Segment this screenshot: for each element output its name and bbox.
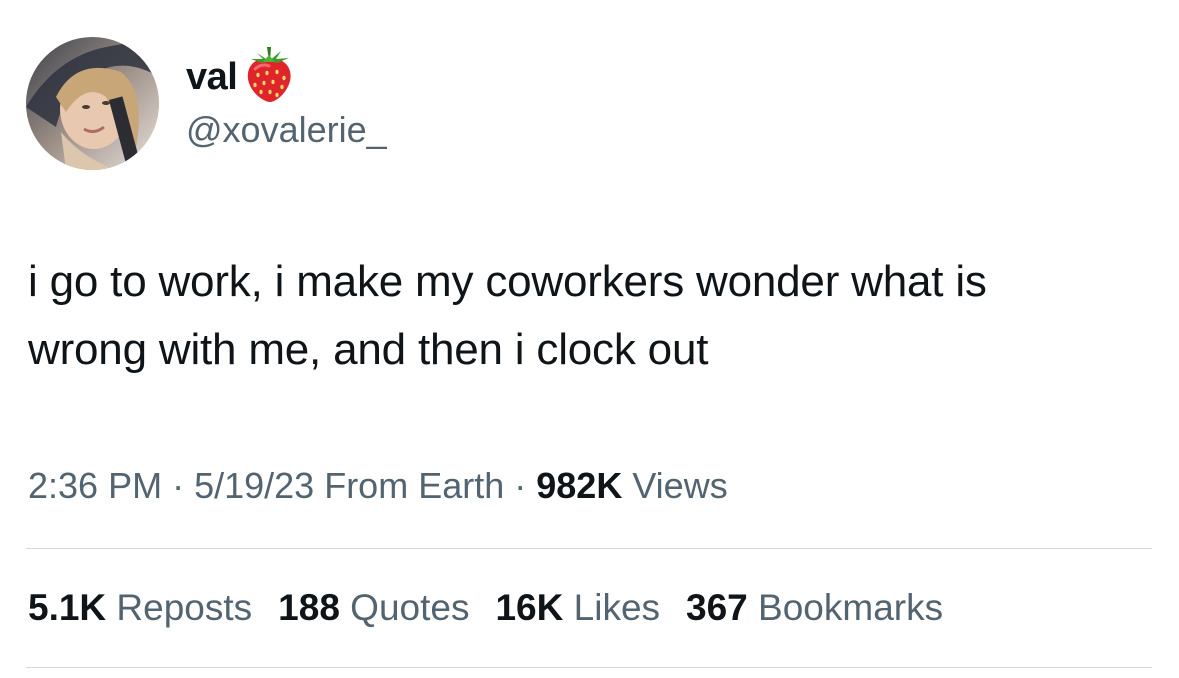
bookmarks-stat[interactable]: 367 Bookmarks: [686, 587, 943, 628]
bookmarks-count: 367: [686, 587, 748, 628]
quotes-count: 188: [278, 587, 340, 628]
likes-count: 16K: [495, 587, 564, 628]
meta-separator: ·: [162, 465, 195, 506]
tweet-text: i go to work, i make my coworkers wonder…: [28, 248, 1158, 384]
author-name-row[interactable]: val: [186, 47, 295, 102]
tweet-source: From Earth: [314, 465, 505, 506]
reposts-label: Reposts: [106, 587, 253, 628]
avatar[interactable]: [26, 37, 159, 170]
tweet-time[interactable]: 2:36 PM: [28, 465, 162, 506]
strawberry-icon: [243, 45, 295, 103]
divider: [26, 667, 1152, 668]
views-count: 982K: [536, 465, 623, 506]
bookmarks-label: Bookmarks: [747, 587, 944, 628]
quotes-stat[interactable]: 188 Quotes: [278, 587, 469, 628]
quotes-label: Quotes: [339, 587, 470, 628]
reposts-count: 5.1K: [28, 587, 107, 628]
tweet-meta: 2:36 PM · 5/19/23 From Earth · 982K View…: [28, 462, 728, 510]
divider: [26, 548, 1152, 549]
views-label: Views: [622, 465, 728, 506]
reposts-stat[interactable]: 5.1K Reposts: [28, 587, 252, 628]
tweet-text-line-1: i go to work, i make my coworkers wonder…: [28, 257, 987, 306]
meta-separator: ·: [504, 465, 537, 506]
likes-stat[interactable]: 16K Likes: [495, 587, 660, 628]
tweet-text-line-2: wrong with me, and then i clock out: [28, 325, 709, 374]
tweet-date[interactable]: 5/19/23: [194, 465, 314, 506]
avatar-photo: [26, 37, 159, 170]
display-name[interactable]: val: [186, 58, 238, 96]
engagement-stats: 5.1K Reposts 188 Quotes 16K Likes 367 Bookm…: [28, 584, 943, 632]
likes-label: Likes: [563, 587, 661, 628]
author-handle[interactable]: @xovalerie_: [186, 112, 387, 148]
